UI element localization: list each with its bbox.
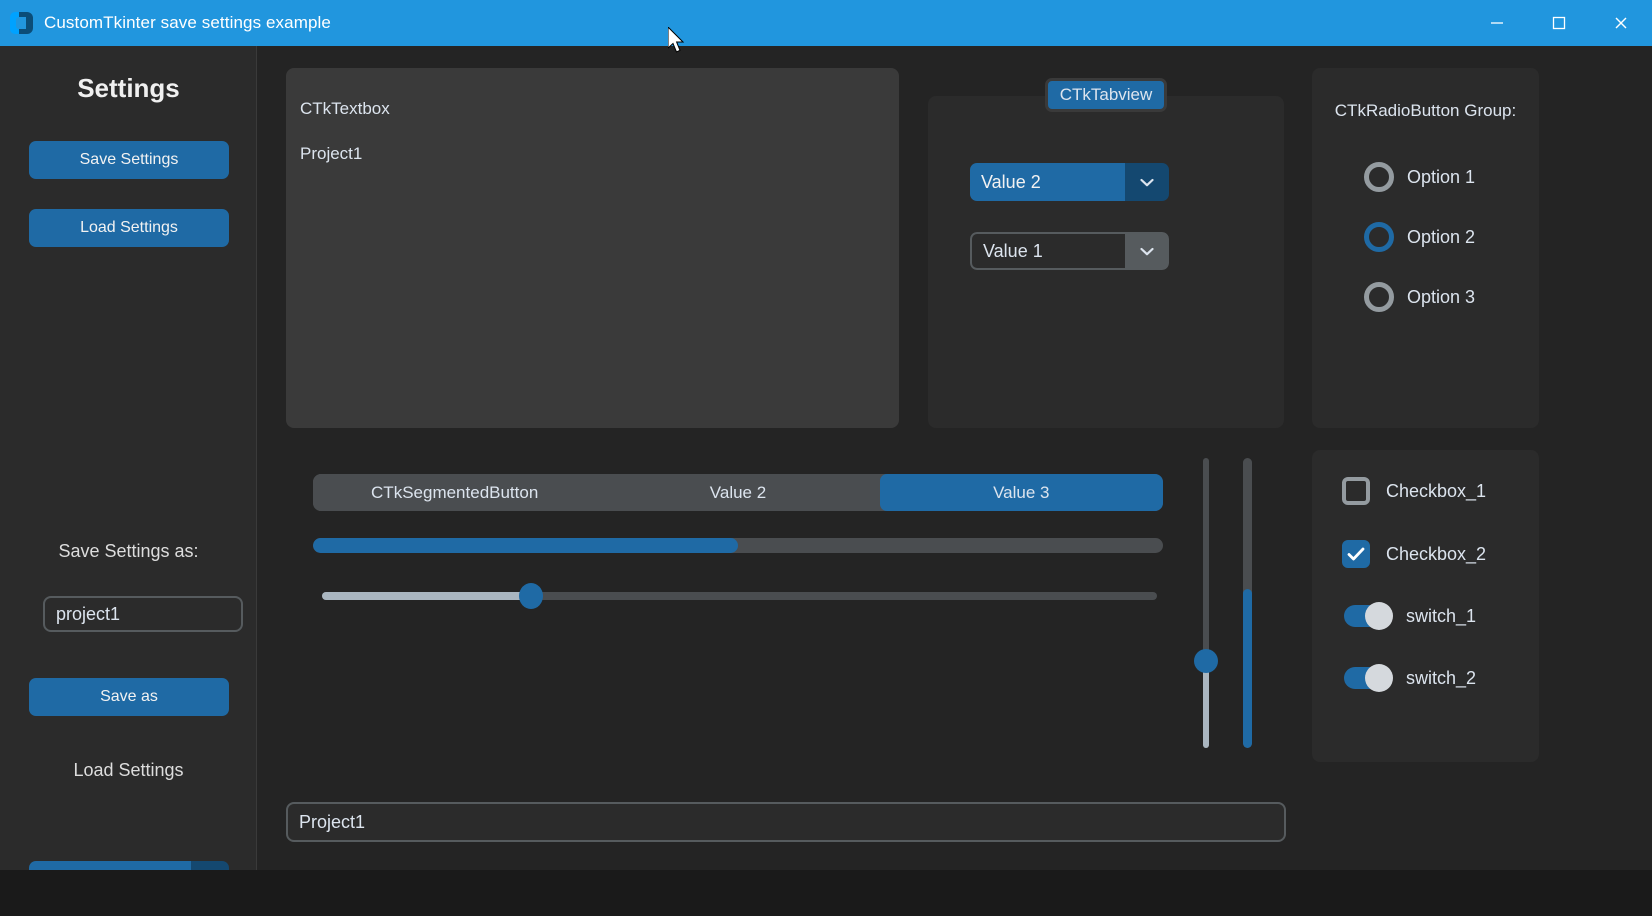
radio-icon-unselected	[1364, 282, 1394, 312]
application-window: CustomTkinter save settings example Sett…	[0, 0, 1652, 916]
radio-icon-unselected	[1364, 162, 1394, 192]
minimize-icon[interactable]	[1466, 0, 1528, 46]
chevron-down-icon[interactable]	[1125, 232, 1169, 270]
tab-ctktabview[interactable]: CTkTabview	[1045, 78, 1167, 112]
switch-on-icon	[1344, 664, 1393, 692]
radio-option-3[interactable]: Option 3	[1364, 282, 1475, 312]
maximize-icon[interactable]	[1528, 0, 1590, 46]
save-as-name-input[interactable]	[43, 596, 243, 632]
switch-1-label: switch_1	[1406, 605, 1477, 626]
tabview-optionmenu-value: Value 2	[970, 163, 1125, 201]
checkbox-switch-frame: Checkbox_1 Checkbox_2 switch_1 switch_2	[1312, 450, 1539, 762]
checkbox-1[interactable]: Checkbox_1	[1342, 477, 1486, 505]
tabview-combobox[interactable]: Value 1	[970, 232, 1169, 270]
ctk-textbox[interactable]: CTkTextbox Project1	[286, 68, 899, 428]
sidebar-title: Settings	[77, 73, 180, 103]
horizontal-progress-bar	[313, 538, 1163, 553]
save-settings-button[interactable]: Save Settings	[29, 141, 229, 179]
close-icon[interactable]	[1590, 0, 1652, 46]
vertical-slider-knob[interactable]	[1194, 649, 1218, 673]
tabview-combobox-value: Value 1	[970, 232, 1125, 270]
main-content: CTkTextbox Project1 CTkTabview Value 2 V…	[257, 46, 1652, 870]
radio-icon-selected	[1364, 222, 1394, 252]
vertical-slider[interactable]	[1194, 458, 1218, 748]
progress-bar-fill	[313, 538, 738, 553]
horizontal-slider[interactable]	[322, 583, 1157, 609]
radio-option-2[interactable]: Option 2	[1364, 222, 1475, 252]
checkbox-unchecked-icon	[1342, 477, 1370, 505]
slider-fill	[322, 592, 531, 600]
window-bottom-strip	[0, 870, 1652, 916]
vertical-slider-fill	[1203, 661, 1209, 748]
save-settings-as-label: Save Settings as:	[58, 541, 199, 561]
switch-2-label: switch_2	[1406, 667, 1477, 688]
vertical-progress-bar	[1243, 458, 1252, 748]
radio-option-2-label: Option 2	[1407, 226, 1476, 247]
segment-ctksegmentedbutton[interactable]: CTkSegmentedButton	[313, 474, 597, 511]
bottom-project-input[interactable]	[286, 802, 1286, 842]
checkbox-1-label: Checkbox_1	[1386, 480, 1487, 501]
radio-group-title: CTkRadioButton Group:	[1334, 101, 1517, 120]
chevron-down-icon	[1125, 163, 1169, 201]
switch-1[interactable]: switch_1	[1344, 602, 1477, 630]
textbox-line-1: CTkTextbox	[300, 99, 390, 118]
textbox-line-2: Project1	[300, 144, 363, 163]
checkbox-2-label: Checkbox_2	[1386, 543, 1487, 564]
sidebar: Settings Save Settings Load Settings Sav…	[0, 46, 257, 899]
segment-value-2[interactable]: Value 2	[596, 474, 880, 511]
load-settings-label: Load Settings	[73, 760, 184, 780]
tabview-optionmenu[interactable]: Value 2	[970, 163, 1169, 201]
customtkinter-logo-icon	[10, 11, 34, 35]
radio-button-frame: CTkRadioButton Group: Option 1 Option 2 …	[1312, 68, 1539, 428]
window-title: CustomTkinter save settings example	[44, 13, 331, 32]
ctk-segmented-button: CTkSegmentedButton Value 2 Value 3	[313, 474, 1163, 511]
load-settings-button[interactable]: Load Settings	[29, 209, 229, 247]
radio-option-1-label: Option 1	[1407, 166, 1476, 187]
slider-knob[interactable]	[518, 583, 543, 609]
switch-on-icon	[1344, 602, 1393, 630]
switch-2[interactable]: switch_2	[1344, 664, 1477, 692]
window-controls	[1466, 0, 1652, 46]
mouse-cursor	[668, 27, 685, 53]
window-title-bar: CustomTkinter save settings example	[0, 0, 1652, 46]
segment-value-3[interactable]: Value 3	[879, 474, 1163, 511]
radio-option-1[interactable]: Option 1	[1364, 162, 1475, 192]
checkbox-checked-icon	[1342, 540, 1370, 568]
radio-option-3-label: Option 3	[1407, 286, 1476, 307]
vertical-progress-bar-fill	[1243, 588, 1252, 748]
save-as-button[interactable]: Save as	[29, 678, 229, 716]
checkbox-2[interactable]: Checkbox_2	[1342, 540, 1486, 568]
